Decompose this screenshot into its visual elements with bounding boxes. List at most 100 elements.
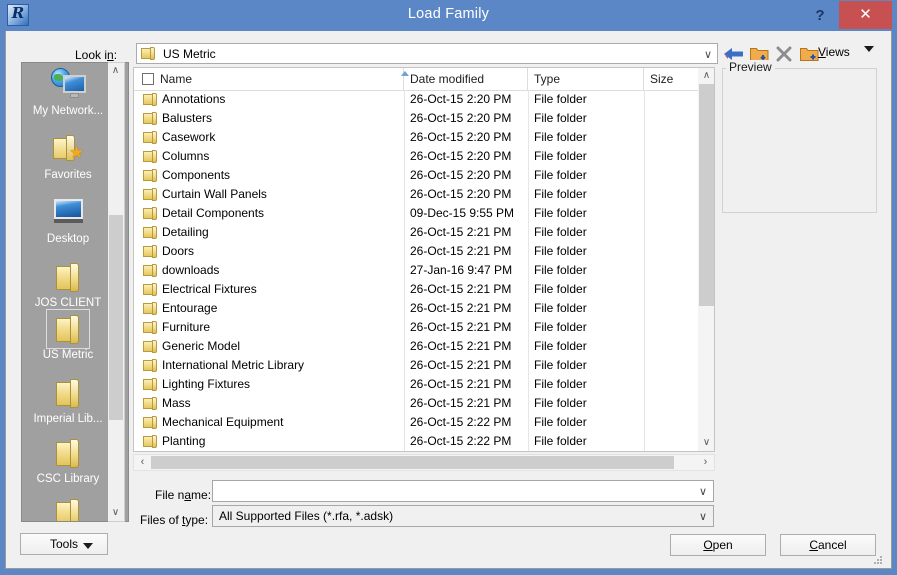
table-row[interactable]: Lighting Fixtures 26-Oct-15 2:21 PM File f… [134,375,697,394]
table-row[interactable]: Mass 26-Oct-15 2:21 PM File folder [134,394,697,413]
close-button[interactable]: ✕ [839,1,892,29]
help-button[interactable]: ? [803,0,837,31]
type-cell: File folder [534,396,587,410]
table-row[interactable]: Electrical Fixtures 26-Oct-15 2:21 PM File… [134,280,697,299]
folder-icon [143,435,158,448]
folder-icon [143,131,158,144]
places-scrollbar[interactable]: ∧ ∨ [108,62,125,522]
sidebar-item-label: Favorites [44,169,92,181]
type-cell: File folder [534,244,587,258]
lookin-value: US Metric [163,47,216,61]
chevron-down-icon[interactable] [83,543,93,549]
folder-icon [143,397,158,410]
date-modified-cell: 26-Oct-15 2:21 PM [410,320,512,334]
file-name-cell: Electrical Fixtures [162,282,257,296]
table-row[interactable]: Generic Model 26-Oct-15 2:21 PM File folde… [134,337,697,356]
table-row[interactable]: Mechanical Equipment 26-Oct-15 2:22 PM Fil… [134,413,697,432]
sidebar-item-favorites[interactable]: ★ Favorites [25,131,111,181]
cancel-button[interactable]: Cancel [780,534,876,556]
table-row[interactable]: downloads 27-Jan-16 9:47 PM File folder [134,261,697,280]
column-header-name[interactable]: Name [134,68,404,90]
chevron-down-icon[interactable]: ∨ [704,48,712,61]
folder-icon [143,245,158,258]
sidebar-item-label: My Network... [32,105,104,117]
column-header-date-modified[interactable]: Date modified [404,68,528,90]
filetype-select[interactable]: All Supported Files (*.rfa, *.adsk) ∨ [212,505,714,527]
table-row[interactable]: Annotations 26-Oct-15 2:20 PM File folder [134,90,697,109]
table-row[interactable]: Doors 26-Oct-15 2:21 PM File folder [134,242,697,261]
table-row[interactable]: Detail Components 09-Dec-15 9:55 PM File f… [134,204,697,223]
table-row[interactable]: Entourage 26-Oct-15 2:21 PM File folder [134,299,697,318]
scrollbar-thumb[interactable] [109,215,123,420]
date-modified-cell: 26-Oct-15 2:22 PM [410,434,512,448]
delete-button[interactable] [772,42,796,65]
table-row[interactable]: Columns 26-Oct-15 2:20 PM File folder [134,147,697,166]
sidebar-item-label: US Metric [42,349,94,361]
file-name-cell: Mass [162,396,191,410]
type-cell: File folder [534,168,587,182]
table-row[interactable]: International Metric Library 26-Oct-15 2:… [134,356,697,375]
sidebar-item-label: Imperial Lib... [33,413,103,425]
type-cell: File folder [534,149,587,163]
folder-icon [143,207,158,220]
folder-icon [143,378,158,391]
back-arrow-icon [724,47,744,61]
table-row[interactable]: Curtain Wall Panels 26-Oct-15 2:20 PM File… [134,185,697,204]
type-cell: File folder [534,92,587,106]
table-row[interactable]: Components 26-Oct-15 2:20 PM File folder [134,166,697,185]
file-name-cell: Mechanical Equipment [162,415,284,429]
sidebar-item-label: Desktop [46,233,90,245]
type-cell: File folder [534,320,587,334]
date-modified-cell: 26-Oct-15 2:20 PM [410,187,512,201]
date-modified-cell: 26-Oct-15 2:20 PM [410,149,512,163]
close-x-icon [776,46,792,62]
sidebar-item-label: CSC Library [36,473,100,485]
folder-icon [143,416,158,429]
table-row[interactable]: Casework 26-Oct-15 2:20 PM File folder [134,128,697,147]
views-button[interactable]: VViewsiews [818,45,850,59]
file-list-horizontal-scrollbar[interactable]: ‹ › [133,454,715,471]
date-modified-cell: 26-Oct-15 2:21 PM [410,244,512,258]
chevron-down-icon[interactable]: ∨ [699,485,707,498]
sidebar-item-csc-library[interactable]: CSC Library [25,435,111,485]
table-row[interactable]: Planting 26-Oct-15 2:22 PM File folder [134,432,697,451]
tools-button[interactable]: Tools [20,533,108,555]
type-cell: File folder [534,434,587,448]
sidebar-item-my-network[interactable]: My Network... [25,67,111,117]
type-cell: File folder [534,187,587,201]
file-list-vertical-scrollbar[interactable]: ∧ ∨ [698,67,715,452]
scrollbar-thumb[interactable] [699,84,714,306]
filename-input[interactable]: ∨ [212,480,714,502]
scroll-down-arrow-icon[interactable]: ∨ [108,505,123,521]
chevron-down-icon[interactable] [864,46,874,52]
lookin-combobox[interactable]: US Metric ∨ [136,43,718,64]
table-row[interactable] [134,451,697,452]
file-name-cell: Planting [162,434,206,448]
type-cell: File folder [534,415,587,429]
sidebar-item-jos-client[interactable]: JOS CLIENT [25,259,111,309]
chevron-down-icon[interactable]: ∨ [699,510,707,523]
folder-icon [143,169,158,182]
scroll-left-arrow-icon[interactable]: ‹ [134,455,151,470]
sidebar-item-us-metric[interactable]: US Metric [25,309,111,361]
file-name-cell: Casework [162,130,216,144]
column-header-type[interactable]: Type [528,68,644,90]
file-name-cell: Balusters [162,111,213,125]
scroll-up-arrow-icon[interactable]: ∧ [699,68,714,84]
open-button[interactable]: Open [670,534,766,556]
scrollbar-thumb[interactable] [151,456,674,469]
file-name-cell: Generic Model [162,339,241,353]
date-modified-cell: 26-Oct-15 2:22 PM [410,415,512,429]
table-row[interactable]: Balusters 26-Oct-15 2:20 PM File folder [134,109,697,128]
table-row[interactable]: Furniture 26-Oct-15 2:21 PM File folder [134,318,697,337]
date-modified-cell: 26-Oct-15 2:20 PM [410,168,512,182]
table-row[interactable]: Detailing 26-Oct-15 2:21 PM File folder [134,223,697,242]
sidebar-item-desktop[interactable]: Desktop [25,195,111,245]
scroll-up-arrow-icon[interactable]: ∧ [108,63,123,79]
scroll-down-arrow-icon[interactable]: ∨ [699,435,714,451]
resize-grip[interactable] [874,556,884,566]
sidebar-item-extra[interactable] [25,495,111,521]
file-name-cell: Detail Components [162,206,265,220]
sidebar-item-imperial-library[interactable]: Imperial Lib... [25,375,111,425]
scroll-right-arrow-icon[interactable]: › [697,455,714,470]
